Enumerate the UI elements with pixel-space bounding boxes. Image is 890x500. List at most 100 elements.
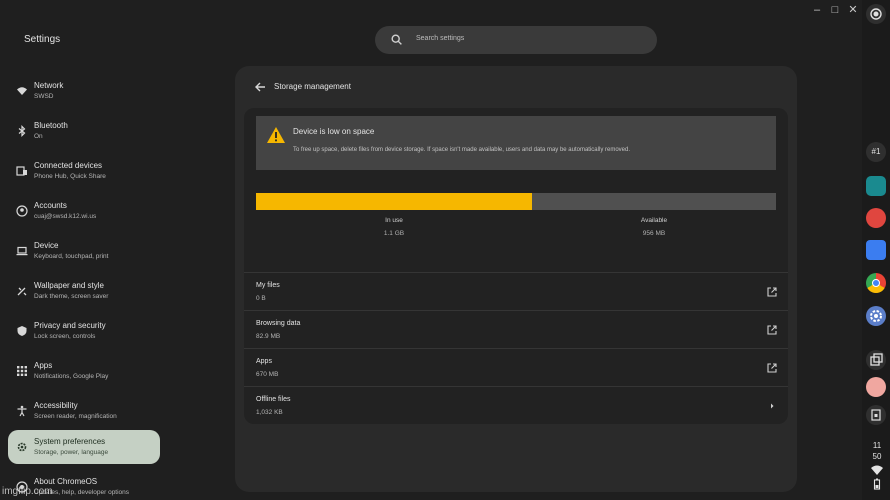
calendar-icon [871, 409, 881, 421]
apps-grid-icon [17, 366, 27, 376]
sidebar-item-sub: Lock screen, controls [34, 333, 96, 340]
sidebar-item-connected-devices[interactable]: Connected devices Phone Hub, Quick Share [8, 154, 160, 188]
shelf: #1 [862, 0, 890, 500]
chevron-right-icon [771, 403, 774, 409]
bluetooth-icon [18, 125, 26, 137]
accessibility-icon [17, 405, 27, 417]
sidebar-item-sub: Keyboard, touchpad, print [34, 253, 109, 260]
sidebar-item-label: Accessibility [34, 401, 78, 410]
chrome-center [872, 279, 880, 287]
sidebar-item-accounts[interactable]: Accounts cuaj@swsd.k12.wi.us [8, 194, 160, 228]
page-title: Storage management [274, 82, 351, 91]
screen-record-button[interactable] [866, 4, 886, 24]
external-link-icon [767, 287, 777, 297]
laptop-icon [16, 246, 28, 256]
row-value: 670 MB [256, 371, 279, 378]
gear-icon [17, 442, 27, 452]
gear-icon [870, 310, 882, 322]
sidebar-item-label: Connected devices [34, 161, 103, 170]
sidebar-item-label: Wallpaper and style [34, 281, 104, 290]
row-value: 82.9 MB [256, 333, 281, 340]
sidebar-item-accessibility[interactable]: Accessibility Screen reader, magnificati… [8, 394, 160, 428]
row-label: My files [256, 282, 280, 289]
sidebar-item-network[interactable]: Network SWSD [8, 74, 160, 108]
back-arrow-icon[interactable] [253, 80, 267, 94]
sidebar-item-sub: Screen reader, magnification [34, 413, 117, 420]
tote-icon [870, 353, 883, 366]
sidebar-item-sub: Dark theme, screen saver [34, 293, 109, 300]
row-apps[interactable]: Apps 670 MB [244, 348, 788, 386]
devices-icon [16, 166, 27, 176]
desk-badge[interactable]: #1 [866, 142, 886, 162]
warning-title: Device is low on space [293, 127, 375, 136]
wifi-status-icon [871, 465, 883, 475]
row-value: 1,032 KB [256, 409, 283, 416]
account-icon [16, 205, 28, 217]
chrome-app-icon[interactable] [866, 273, 886, 293]
settings-app-icon[interactable] [866, 306, 886, 326]
sidebar-item-wallpaper[interactable]: Wallpaper and style Dark theme, screen s… [8, 274, 160, 308]
row-label: Offline files [256, 396, 291, 403]
search-icon [391, 34, 402, 45]
sidebar-item-label: Network [34, 81, 64, 90]
search-box[interactable]: Search settings [375, 26, 657, 54]
sidebar-item-label: Accounts [34, 201, 67, 210]
sidebar-item-privacy[interactable]: Privacy and security Lock screen, contro… [8, 314, 160, 348]
sidebar-item-sub: On [34, 133, 43, 140]
row-label: Browsing data [256, 320, 301, 327]
storage-panel: Storage management Device is low on spac… [235, 66, 797, 492]
sidebar-item-label: System preferences [34, 437, 106, 446]
row-offline-files[interactable]: Offline files 1,032 KB [244, 386, 788, 424]
search-placeholder: Search settings [416, 35, 465, 42]
row-value: 0 B [256, 295, 266, 302]
close-button[interactable]: ✕ [846, 3, 860, 17]
clock-minute[interactable]: 50 [866, 452, 888, 461]
wifi-icon [17, 87, 27, 95]
sidebar-item-sub: SWSD [34, 93, 54, 100]
low-space-warning: Device is low on space To free up space,… [256, 116, 776, 170]
sidebar-item-sub: Storage, power, language [34, 449, 109, 456]
clock-hour[interactable]: 11 [866, 441, 888, 450]
sidebar-item-system-preferences[interactable]: System preferences Storage, power, langu… [8, 430, 160, 464]
sidebar-item-sub: Notifications, Google Play [34, 373, 109, 380]
sidebar-item-sub: cuaj@swsd.k12.wi.us [34, 213, 97, 220]
maximize-button[interactable]: □ [828, 3, 842, 17]
minimize-button[interactable]: – [810, 3, 824, 17]
warning-icon [267, 127, 285, 143]
app-title: Settings [24, 34, 61, 45]
record-icon [870, 8, 882, 20]
available-value: 956 MB [642, 230, 666, 237]
sidebar-item-label: Privacy and security [34, 321, 106, 330]
row-my-files[interactable]: My files 0 B [244, 272, 788, 310]
storage-card: Device is low on space To free up space,… [244, 108, 788, 424]
tote-button[interactable] [866, 350, 886, 370]
user-avatar[interactable] [866, 377, 886, 397]
in-use-value: 1.1 GB [383, 230, 405, 237]
sidebar-item-label: Device [34, 241, 59, 250]
files-app-icon[interactable] [866, 240, 886, 260]
sidebar-item-sub: Phone Hub, Quick Share [34, 173, 106, 180]
palette-icon [17, 287, 27, 296]
classroom-app-icon[interactable] [866, 176, 886, 196]
sidebar-item-label: About ChromeOS [34, 477, 98, 486]
calendar-button[interactable] [866, 405, 886, 425]
battery-icon [873, 478, 881, 490]
external-link-icon [767, 363, 777, 373]
in-use-stat: In use 1.1 GB [354, 217, 434, 237]
storage-usage-bar [256, 193, 776, 210]
row-browsing-data[interactable]: Browsing data 82.9 MB [244, 310, 788, 348]
available-label: Available [640, 217, 668, 224]
sidebar-item-device[interactable]: Device Keyboard, touchpad, print [8, 234, 160, 268]
paint-app-icon[interactable] [866, 208, 886, 228]
warning-text: To free up space, delete files from devi… [293, 147, 630, 153]
external-link-icon [767, 325, 777, 335]
sidebar-item-apps[interactable]: Apps Notifications, Google Play [8, 354, 160, 388]
in-use-label: In use [385, 217, 403, 224]
row-label: Apps [256, 358, 272, 365]
available-stat: Available 956 MB [614, 217, 694, 237]
shield-icon [17, 326, 27, 336]
sidebar-item-bluetooth[interactable]: Bluetooth On [8, 114, 160, 148]
sidebar-item-label: Bluetooth [34, 121, 68, 130]
storage-usage-fill [256, 193, 532, 210]
title-bar: – □ ✕ [0, 0, 862, 20]
